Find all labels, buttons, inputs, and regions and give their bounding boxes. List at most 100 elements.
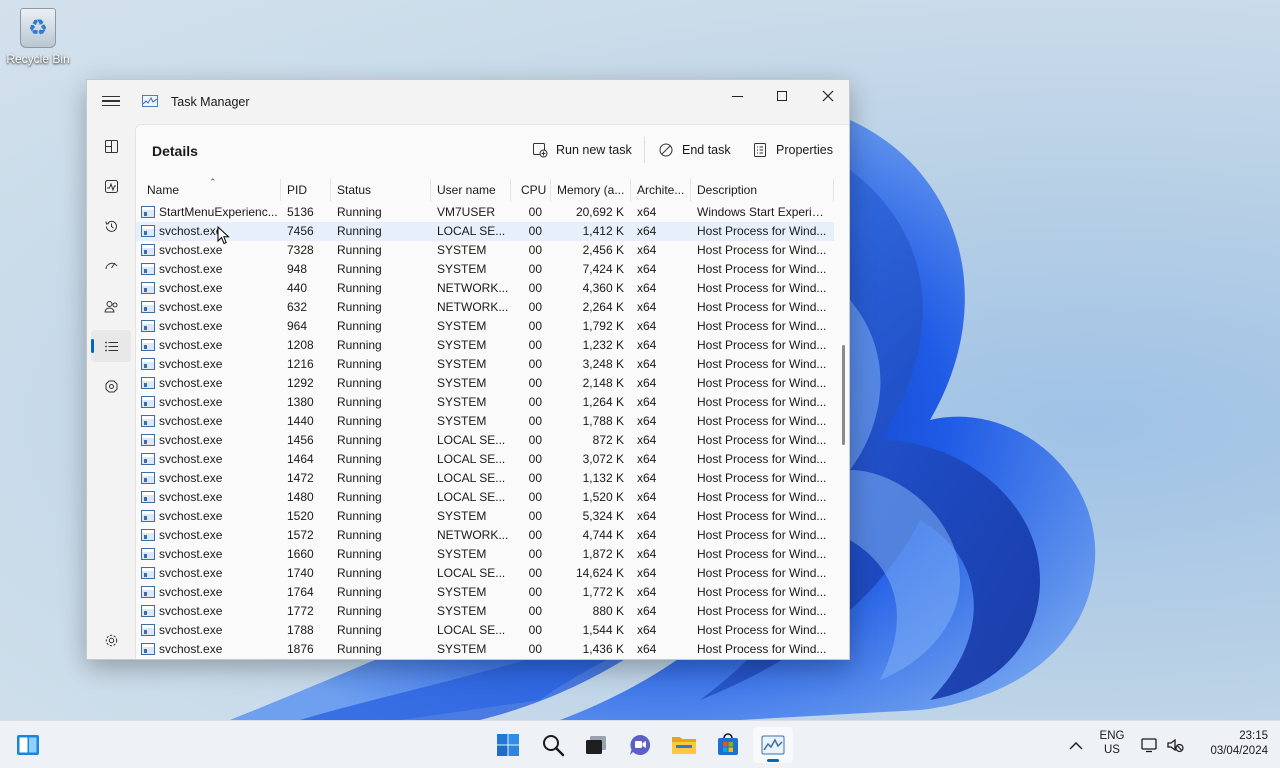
process-user: LOCAL SE... [437,490,506,504]
recycle-bin-desktop-icon[interactable]: Recycle Bin [6,8,70,66]
process-architecture: x64 [637,509,657,523]
process-status: Running [337,300,382,314]
process-memory: 1,788 K [582,414,624,428]
process-pid: 1876 [287,642,314,656]
hamburger-menu-icon[interactable] [101,93,121,111]
process-user: SYSTEM [437,319,487,333]
run-new-task-label: Run new task [556,143,632,157]
start-button[interactable] [488,727,528,763]
table-row[interactable]: svchost.exe 948 Running SYSTEM 00 7,424 K x64 H… [136,260,834,279]
process-name: svchost.exe [159,452,223,466]
table-row[interactable]: svchost.exe 1788 Running LOCAL SE... 00 1,544… [136,621,834,640]
properties-button[interactable]: Properties [752,137,833,163]
process-status: Running [337,414,382,428]
nav-services[interactable] [91,370,131,402]
table-row[interactable]: StartMenuExperienc... 5136 Running VM7USER 0… [136,203,834,222]
run-new-task-button[interactable]: Run new task [532,137,632,163]
table-row[interactable]: svchost.exe 1464 Running LOCAL SE... 00 3,072… [136,450,834,469]
clock[interactable]: 23:15 03/04/2024 [1192,730,1268,757]
process-cpu: 00 [528,300,542,314]
table-row[interactable]: svchost.exe 7328 Running SYSTEM 00 2,456 K x64… [136,241,834,260]
vertical-scrollbar[interactable] [842,345,845,445]
table-row[interactable]: svchost.exe 1440 Running SYSTEM 00 1,788 K x64… [136,412,834,431]
chat-button[interactable] [620,727,660,763]
language-code: ENG [1099,730,1125,742]
process-user: SYSTEM [437,509,487,523]
table-row[interactable]: svchost.exe 632 Running NETWORK... 00 2,264 K… [136,298,834,317]
chat-icon [630,734,651,755]
nav-details[interactable] [91,330,131,362]
toolbar-separator [644,137,645,163]
process-memory: 2,264 K [582,300,624,314]
process-description: Host Process for Wind... [697,452,827,466]
minimize-button[interactable] [714,80,760,112]
process-architecture: x64 [637,319,657,333]
table-row[interactable]: svchost.exe 1456 Running LOCAL SE... 00 872 K… [136,431,834,450]
table-row[interactable]: svchost.exe 1660 Running SYSTEM 00 1,872 K x64… [136,545,834,564]
table-row[interactable]: svchost.exe 1472 Running LOCAL SE... 00 1,132… [136,469,834,488]
process-cpu: 00 [528,509,542,523]
nav-processes[interactable] [91,130,131,162]
column-header-user-name[interactable]: User name [431,177,511,203]
task-manager-window: Task Manager Details Run new task End ta… [86,79,850,660]
network-button[interactable] [1138,727,1162,763]
performance-icon [104,179,118,193]
column-header-architecture[interactable]: Archite... [631,177,691,203]
column-header-description[interactable]: Description [691,177,834,203]
process-architecture: x64 [637,566,657,580]
process-pid: 7328 [287,243,314,257]
process-status: Running [337,528,382,542]
process-description: Host Process for Wind... [697,243,827,257]
process-description: Host Process for Wind... [697,566,827,580]
task-view-button[interactable] [576,727,616,763]
column-header-cpu[interactable]: CPU [511,177,551,203]
show-hidden-icons-button[interactable] [1058,727,1094,763]
table-row[interactable]: svchost.exe 1572 Running NETWORK... 00 4,744 … [136,526,834,545]
widgets-button[interactable] [8,727,48,763]
process-name: svchost.exe [159,566,223,580]
table-row[interactable]: svchost.exe 440 Running NETWORK... 00 4,360 K… [136,279,834,298]
column-header-name[interactable]: ⌃ Name [141,177,281,203]
table-row[interactable]: svchost.exe 1216 Running SYSTEM 00 3,248 K x64… [136,355,834,374]
end-task-button[interactable]: End task [658,137,731,163]
volume-button[interactable] [1163,727,1187,763]
process-name: svchost.exe [159,338,223,352]
table-row[interactable]: svchost.exe 1480 Running LOCAL SE... 00 1,520… [136,488,834,507]
table-row[interactable]: svchost.exe 1208 Running SYSTEM 00 1,232 K x64… [136,336,834,355]
task-manager-taskbar-button[interactable] [753,727,793,763]
process-cpu: 00 [528,547,542,561]
process-pid: 7456 [287,224,314,238]
process-pid: 632 [287,300,308,314]
language-indicator[interactable]: ENG US [1094,730,1130,756]
nav-app-history[interactable] [91,210,131,242]
process-cpu: 00 [528,243,542,257]
nav-settings[interactable] [91,624,131,656]
process-name: svchost.exe [159,243,223,257]
column-header-memory[interactable]: Memory (a... [551,177,631,203]
table-row[interactable]: svchost.exe 1876 Running SYSTEM 00 1,436 K x64… [136,640,834,659]
table-row[interactable]: svchost.exe 964 Running SYSTEM 00 1,792 K x64 H… [136,317,834,336]
table-row[interactable]: svchost.exe 1520 Running SYSTEM 00 5,324 K x64… [136,507,834,526]
close-button[interactable] [805,80,849,112]
column-header-status[interactable]: Status [331,177,431,203]
nav-performance[interactable] [91,170,131,202]
table-row[interactable]: svchost.exe 1772 Running SYSTEM 00 880 K x64 Ho… [136,602,834,621]
nav-startup-apps[interactable] [91,250,131,282]
table-row[interactable]: svchost.exe 1380 Running SYSTEM 00 1,264 K x64… [136,393,834,412]
store-icon [718,733,738,755]
title-bar[interactable]: Task Manager [87,80,849,124]
table-row[interactable]: svchost.exe 1292 Running SYSTEM 00 2,148 K x64… [136,374,834,393]
table-row[interactable]: svchost.exe 1764 Running SYSTEM 00 1,772 K x64… [136,583,834,602]
settings-icon [105,634,117,646]
nav-users[interactable] [91,290,131,322]
search-button[interactable] [533,727,573,763]
table-row[interactable]: svchost.exe 7456 Running LOCAL SE... 00 1,412… [136,222,834,241]
maximize-button[interactable] [759,80,805,112]
store-button[interactable] [708,727,748,763]
table-row[interactable]: svchost.exe 1740 Running LOCAL SE... 00 14,62… [136,564,834,583]
process-status: Running [337,319,382,333]
process-architecture: x64 [637,414,657,428]
column-header-pid[interactable]: PID [281,177,331,203]
file-explorer-button[interactable] [664,727,704,763]
process-cpu: 00 [528,585,542,599]
